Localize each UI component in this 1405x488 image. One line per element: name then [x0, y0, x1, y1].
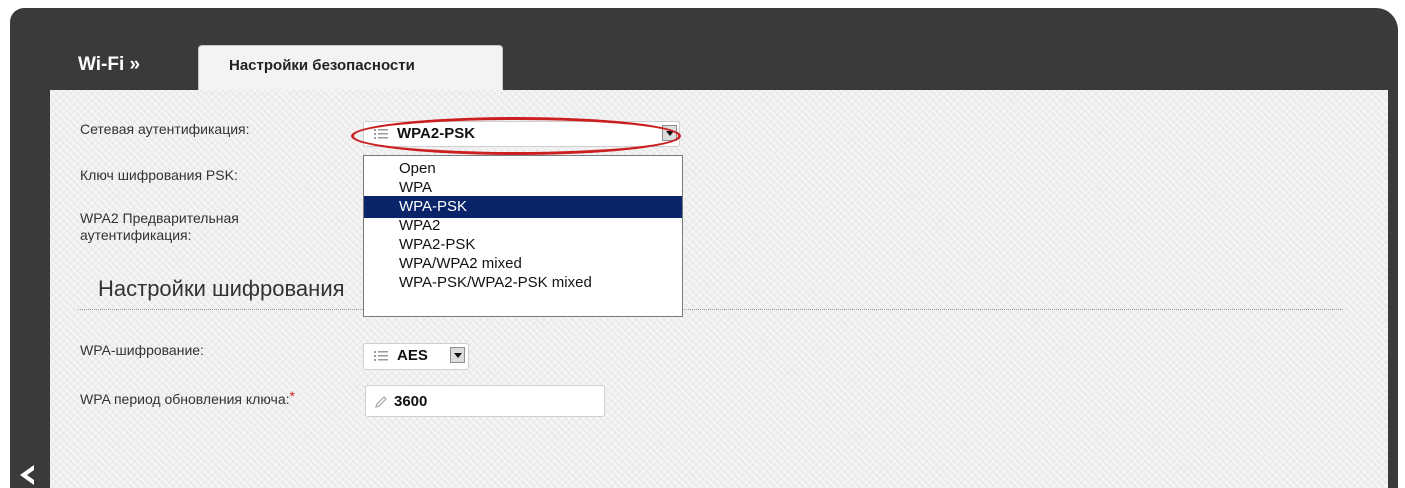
- wpa2-preauth-label: WPA2 Предварительная аутентификация:: [80, 210, 239, 243]
- encryption-section-title: Настройки шифрования: [98, 276, 345, 301]
- network-auth-value: WPA2-PSK: [397, 125, 476, 142]
- wpa-encryption-select[interactable]: AES: [363, 343, 469, 370]
- network-auth-dropdown-list[interactable]: Open WPA WPA-PSK WPA2 WPA2-PSK WPA/WPA2 …: [363, 155, 683, 317]
- wpa-encryption-label: WPA-шифрование:: [80, 342, 204, 358]
- chevron-left-icon[interactable]: [16, 463, 40, 487]
- tab-security-settings-label: Настройки безопасности: [229, 57, 415, 74]
- section-divider: [78, 309, 1343, 310]
- list-icon: [374, 351, 388, 361]
- required-mark: *: [289, 388, 295, 404]
- chevron-down-icon[interactable]: [662, 125, 677, 141]
- tab-security-settings[interactable]: Настройки безопасности: [198, 45, 503, 91]
- key-update-label-text: WPA период обновления ключа:: [80, 391, 290, 407]
- key-update-value: 3600: [394, 393, 428, 410]
- page-title: Wi-Fi »: [78, 54, 141, 75]
- network-auth-label: Сетевая аутентификация:: [80, 121, 250, 137]
- key-update-input[interactable]: 3600: [365, 385, 605, 417]
- pencil-icon: [375, 396, 387, 408]
- chevron-down-icon[interactable]: [450, 347, 465, 363]
- dropdown-option-wpa-psk-wpa2-psk-mixed[interactable]: WPA-PSK/WPA2-PSK mixed: [364, 272, 682, 294]
- psk-key-label: Ключ шифрования PSK:: [80, 167, 238, 183]
- network-auth-select[interactable]: WPA2-PSK: [363, 121, 680, 147]
- wpa-encryption-value: AES: [397, 347, 428, 364]
- key-update-label: WPA период обновления ключа:*: [80, 388, 295, 408]
- list-icon: [374, 129, 388, 139]
